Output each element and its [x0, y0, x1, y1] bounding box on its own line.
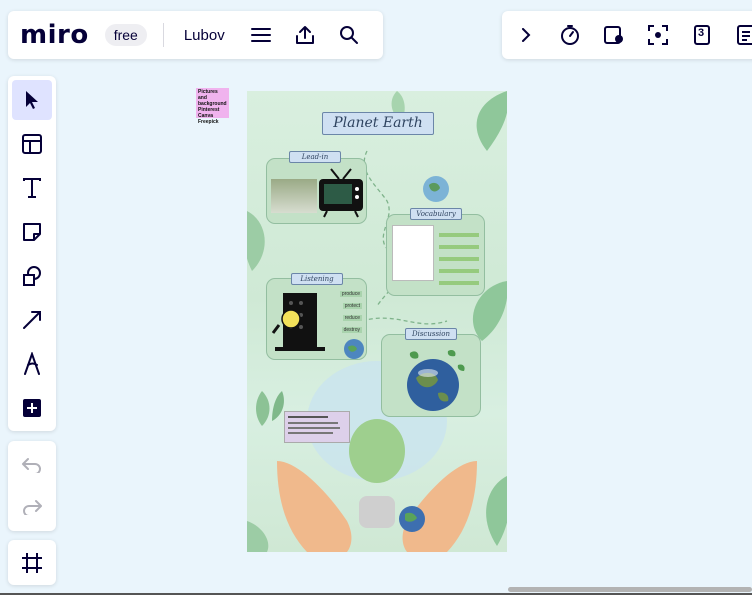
focus-icon[interactable] — [646, 23, 670, 47]
shapes-icon — [23, 266, 41, 286]
small-earth-icon — [344, 339, 364, 359]
pen-icon — [24, 352, 40, 375]
vocabulary-worksheet — [392, 225, 434, 281]
poster-title[interactable]: Planet Earth — [322, 112, 434, 135]
arrow-icon — [23, 311, 41, 329]
export-icon[interactable] — [293, 23, 317, 47]
lead-in-card[interactable] — [266, 158, 367, 224]
templates-tool[interactable] — [12, 124, 52, 164]
undo-button[interactable] — [12, 445, 52, 485]
select-tool[interactable] — [12, 80, 52, 120]
listening-tag: Listening — [291, 273, 343, 285]
sticky-note-icon — [23, 223, 41, 241]
sticky-note[interactable]: Pictures and background Pinterest Canva … — [196, 88, 229, 125]
divider — [162, 23, 164, 47]
chevron-right-icon[interactable] — [514, 23, 538, 47]
collaboration-toolbar: 3 — [502, 11, 752, 59]
listening-word: destroy — [341, 327, 362, 333]
vocabulary-card[interactable] — [386, 214, 485, 296]
redo-icon — [23, 500, 42, 515]
miro-logo[interactable]: miro — [20, 20, 89, 50]
pen-tool[interactable] — [12, 344, 52, 384]
vocabulary-icons — [439, 227, 479, 285]
sticky-line: Pictures and — [198, 89, 218, 101]
history-panel — [8, 441, 56, 531]
discussion-tag: Discussion — [405, 328, 457, 340]
sticky-line: Freepick — [198, 119, 219, 125]
counter-icon[interactable]: 3 — [690, 23, 714, 47]
horizontal-scrollbar[interactable] — [508, 587, 752, 592]
counter-value: 3 — [698, 27, 705, 39]
vocabulary-tag: Vocabulary — [410, 208, 462, 220]
globe-icon — [407, 349, 465, 411]
earth-icon — [423, 176, 449, 202]
waterfall-image — [271, 179, 317, 213]
listening-word: protect — [342, 303, 362, 309]
menu-icon[interactable] — [249, 23, 273, 47]
search-icon[interactable] — [337, 23, 361, 47]
templates-icon — [22, 134, 42, 154]
lead-in-tag: Lead-in — [289, 151, 341, 163]
sticky-note-tool[interactable] — [12, 212, 52, 252]
text-icon — [23, 178, 41, 198]
lesson-poster[interactable]: Planet Earth Lead-in Vocabulary produce … — [247, 91, 507, 552]
frame-icon — [22, 552, 42, 573]
board-name[interactable]: Lubov — [184, 27, 225, 44]
timer-icon[interactable] — [558, 23, 582, 47]
shapes-tool[interactable] — [12, 256, 52, 296]
task-note[interactable] — [284, 411, 350, 443]
text-tool[interactable] — [12, 168, 52, 208]
top-bar: miro free Lubov — [8, 11, 383, 59]
plan-badge[interactable]: free — [104, 24, 147, 46]
voting-icon[interactable] — [602, 23, 626, 47]
frames-button[interactable] — [8, 540, 56, 585]
notes-icon[interactable] — [734, 23, 752, 47]
connection-line-tool[interactable] — [12, 300, 52, 340]
cursor-icon — [26, 91, 38, 109]
plus-icon — [23, 399, 41, 417]
listening-word: produce — [339, 291, 362, 297]
discussion-card[interactable] — [381, 334, 481, 417]
listening-word: reduce — [342, 315, 362, 321]
more-tools-button[interactable] — [12, 388, 52, 428]
redo-button[interactable] — [12, 487, 52, 527]
recorder-icon — [271, 293, 325, 351]
tv-icon — [319, 168, 363, 218]
undo-icon — [22, 458, 41, 473]
creation-toolbar — [8, 76, 56, 431]
